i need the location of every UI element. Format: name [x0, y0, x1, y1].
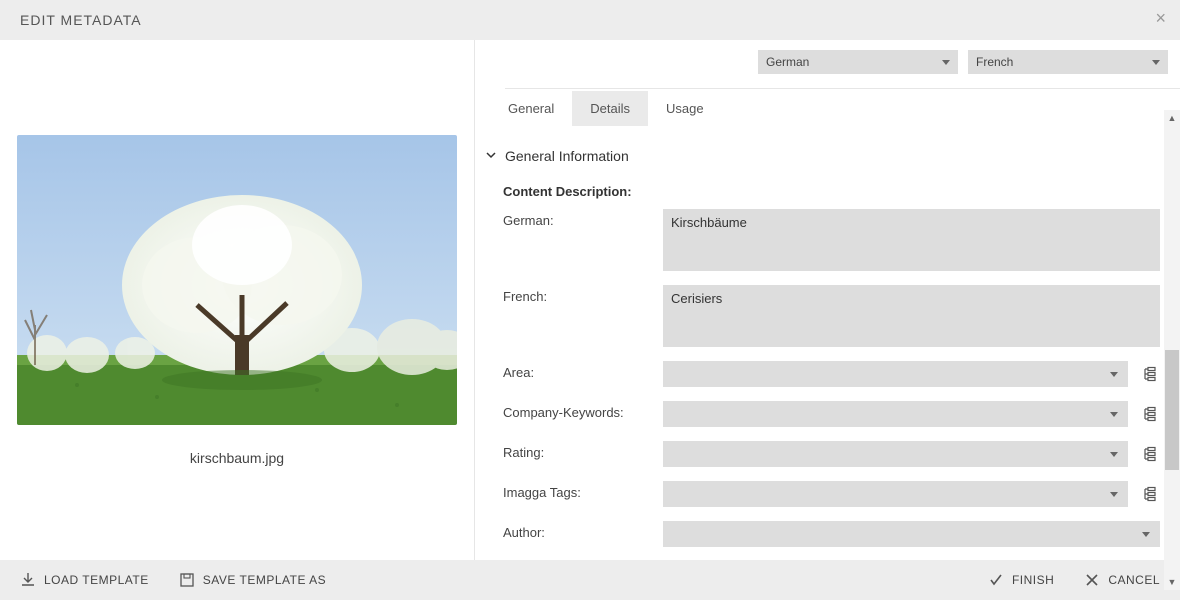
save-template-as-button[interactable]: SAVE TEMPLATE AS: [179, 572, 326, 588]
scroll-track[interactable]: [1164, 126, 1180, 574]
load-template-label: LOAD TEMPLATE: [44, 573, 149, 587]
scroll-up-icon[interactable]: ▲: [1164, 110, 1180, 126]
tab-details[interactable]: Details: [572, 91, 648, 126]
area-label: Area:: [503, 361, 663, 380]
scroll-down-icon[interactable]: ▼: [1164, 574, 1180, 590]
close-icon[interactable]: ×: [1155, 8, 1166, 29]
tab-general[interactable]: General: [490, 91, 572, 126]
row-imagga-tags: Imagga Tags:: [503, 481, 1160, 507]
x-icon: [1084, 572, 1100, 588]
tree-picker-icon[interactable]: [1140, 484, 1160, 504]
french-textarea[interactable]: [663, 285, 1160, 347]
tree-picker-icon[interactable]: [1140, 444, 1160, 464]
finish-label: FINISH: [1012, 573, 1054, 587]
section-title: General Information: [505, 148, 629, 164]
imagga-tags-label: Imagga Tags:: [503, 481, 663, 500]
imagga-tags-select[interactable]: [663, 481, 1128, 507]
chevron-down-icon: [485, 148, 497, 164]
author-label: Author:: [503, 521, 663, 540]
tab-usage[interactable]: Usage: [648, 91, 722, 126]
author-select[interactable]: [663, 521, 1160, 547]
row-german: German:: [503, 209, 1160, 271]
company-keywords-label: Company-Keywords:: [503, 401, 663, 420]
area-select[interactable]: [663, 361, 1128, 387]
tabs: General Details Usage: [475, 91, 1180, 126]
row-area: Area:: [503, 361, 1160, 387]
primary-language-value: German: [766, 55, 809, 69]
primary-language-select[interactable]: German: [758, 50, 958, 74]
content-description-label: Content Description:: [503, 184, 1160, 199]
save-template-as-label: SAVE TEMPLATE AS: [203, 573, 326, 587]
row-french: French:: [503, 285, 1160, 347]
cancel-label: CANCEL: [1108, 573, 1160, 587]
file-name: kirschbaum.jpg: [190, 450, 284, 466]
row-rating: Rating:: [503, 441, 1160, 467]
rating-select[interactable]: [663, 441, 1128, 467]
tree-picker-icon[interactable]: [1140, 404, 1160, 424]
rating-label: Rating:: [503, 441, 663, 460]
row-author: Author:: [503, 521, 1160, 547]
dialog-body: kirschbaum.jpg German French General Det…: [0, 40, 1180, 560]
french-label: French:: [503, 285, 663, 304]
load-template-button[interactable]: LOAD TEMPLATE: [20, 572, 149, 588]
image-preview: [17, 135, 457, 425]
form-scroll: General Information Content Description:…: [475, 126, 1180, 560]
preview-pane: kirschbaum.jpg: [0, 40, 475, 560]
download-icon: [20, 572, 36, 588]
vertical-scrollbar[interactable]: ▲ ▼: [1164, 110, 1180, 590]
language-row: German French: [505, 40, 1180, 89]
dialog-header: EDIT METADATA ×: [0, 0, 1180, 40]
field-block: Content Description: German: French: Are…: [485, 184, 1160, 547]
metadata-pane: German French General Details Usage Gene…: [475, 40, 1180, 560]
finish-button[interactable]: FINISH: [988, 572, 1054, 588]
german-label: German:: [503, 209, 663, 228]
dialog-title: EDIT METADATA: [20, 12, 142, 28]
company-keywords-select[interactable]: [663, 401, 1128, 427]
cancel-button[interactable]: CANCEL: [1084, 572, 1160, 588]
secondary-language-select[interactable]: French: [968, 50, 1168, 74]
section-header[interactable]: General Information: [485, 148, 1160, 164]
german-textarea[interactable]: [663, 209, 1160, 271]
secondary-language-value: French: [976, 55, 1013, 69]
save-icon: [179, 572, 195, 588]
check-icon: [988, 572, 1004, 588]
tree-picker-icon[interactable]: [1140, 364, 1160, 384]
scroll-thumb[interactable]: [1165, 350, 1179, 470]
dialog-footer: LOAD TEMPLATE SAVE TEMPLATE AS FINISH CA…: [0, 560, 1180, 600]
row-company-keywords: Company-Keywords:: [503, 401, 1160, 427]
